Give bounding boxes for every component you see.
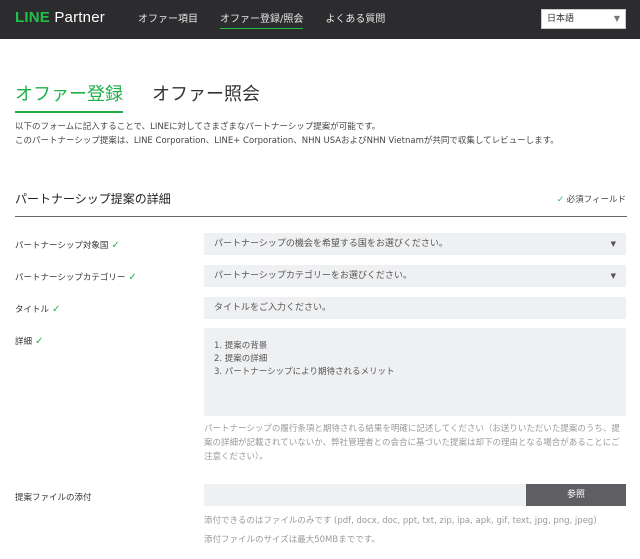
attachment-label: 提案ファイルの添付 bbox=[15, 491, 92, 503]
category-select[interactable]: パートナーシップカテゴリーをお選びください。 ▼ bbox=[204, 265, 626, 287]
file-size-note: 添付ファイルのサイズは最大50MBまでです。 bbox=[204, 535, 380, 545]
category-label-text: パートナーシップカテゴリー bbox=[15, 273, 126, 283]
country-label: パートナーシップ対象国 ✓ bbox=[15, 239, 120, 251]
intro-text: 以下のフォームに記入することで、LINEに対してさまざまなパートナーシップ提案が… bbox=[15, 120, 559, 148]
check-icon: ✓ bbox=[128, 272, 137, 283]
browse-button[interactable]: 参照 bbox=[526, 484, 626, 506]
language-value: 日本語 bbox=[547, 14, 575, 24]
tab-offer-inquiry[interactable]: オファー照会 bbox=[152, 80, 260, 106]
chevron-down-icon: ▼ bbox=[613, 14, 620, 23]
intro-line-1: 以下のフォームに記入することで、LINEに対してさまざまなパートナーシップ提案が… bbox=[15, 122, 381, 132]
nav-offer-items[interactable]: オファー項目 bbox=[138, 0, 198, 39]
category-select-placeholder: パートナーシップカテゴリーをお選びください。 bbox=[214, 271, 412, 281]
file-input[interactable] bbox=[204, 484, 526, 506]
details-label: 詳細 ✓ bbox=[15, 335, 43, 347]
nav-offer-register-inquiry[interactable]: オファー登録/照会 bbox=[220, 0, 304, 39]
top-navigation-bar: LINE Partner オファー項目 オファー登録/照会 よくある質問 日本語… bbox=[0, 0, 640, 39]
title-input[interactable]: タイトルをご入力ください。 bbox=[204, 297, 626, 319]
check-icon: ✓ bbox=[111, 240, 120, 251]
language-select[interactable]: 日本語 ▼ bbox=[541, 9, 626, 29]
section-title: パートナーシップ提案の詳細 bbox=[15, 192, 171, 206]
section-divider bbox=[15, 216, 627, 217]
logo-suffix: Partner bbox=[54, 9, 105, 26]
details-label-text: 詳細 bbox=[15, 337, 33, 347]
required-legend: ✓ 必須フィールド bbox=[557, 193, 626, 205]
caret-down-icon: ▼ bbox=[610, 240, 616, 248]
country-select-placeholder: パートナーシップの機会を希望する国をお選びください。 bbox=[214, 239, 448, 249]
logo-brand: LINE bbox=[15, 9, 50, 26]
main-nav: オファー項目 オファー登録/照会 よくある質問 bbox=[138, 0, 407, 39]
tab-offer-register[interactable]: オファー登録 bbox=[15, 80, 123, 113]
required-legend-label: 必須フィールド bbox=[566, 195, 626, 205]
title-label: タイトル ✓ bbox=[15, 303, 60, 315]
file-types-note: 添付できるのはファイルのみです (pdf, docx, doc, ppt, tx… bbox=[204, 516, 597, 526]
intro-line-2: このパートナーシップ提案は、LINE Corporation、LINE+ Cor… bbox=[15, 136, 559, 146]
title-label-text: タイトル bbox=[15, 305, 50, 315]
check-icon: ✓ bbox=[556, 195, 564, 205]
details-note: パートナーシップの履行条項と期待される結果を明確に記述してください（お送りいただ… bbox=[204, 424, 620, 462]
attachment-label-text: 提案ファイルの添付 bbox=[15, 493, 92, 503]
category-label: パートナーシップカテゴリー ✓ bbox=[15, 271, 137, 283]
details-textarea[interactable]: 1. 提案の背景 2. 提案の詳細 3. パートナーシップにより期待されるメリッ… bbox=[204, 328, 626, 416]
check-icon: ✓ bbox=[52, 304, 61, 315]
check-icon: ✓ bbox=[35, 336, 44, 347]
caret-down-icon: ▼ bbox=[610, 272, 616, 280]
country-select[interactable]: パートナーシップの機会を希望する国をお選びください。 ▼ bbox=[204, 233, 626, 255]
line-partner-logo[interactable]: LINE Partner bbox=[15, 9, 105, 26]
nav-faq[interactable]: よくある質問 bbox=[325, 0, 385, 39]
country-label-text: パートナーシップ対象国 bbox=[15, 241, 109, 251]
title-input-placeholder: タイトルをご入力ください。 bbox=[214, 303, 332, 313]
